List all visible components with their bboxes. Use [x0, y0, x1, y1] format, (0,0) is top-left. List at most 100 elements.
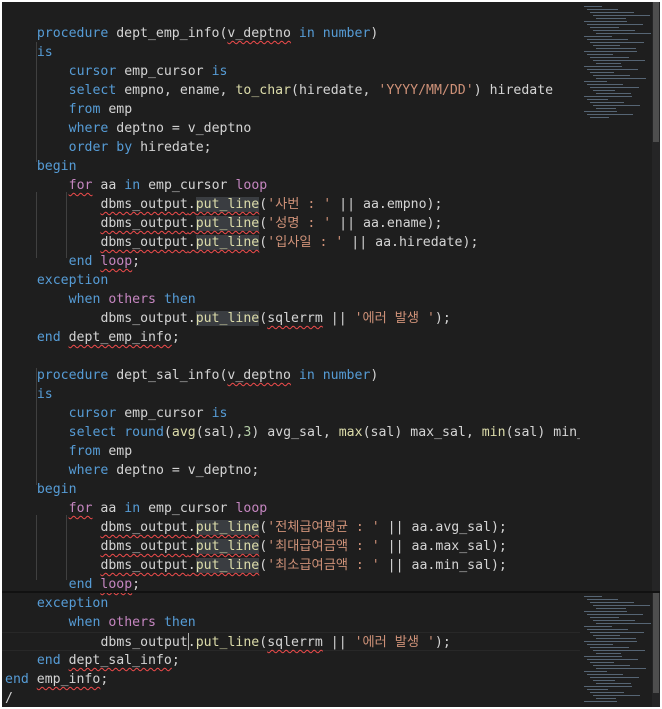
- code-line[interactable]: from emp: [2, 442, 133, 461]
- code-line[interactable]: when others then: [2, 613, 196, 632]
- code-line[interactable]: for aa in emp_cursor loop: [2, 499, 268, 518]
- code-line[interactable]: select empno, ename, to_char(hiredate, '…: [2, 81, 554, 100]
- code-line[interactable]: dbms_output.put_line('최소급여금액 : ' || aa.m…: [2, 556, 507, 575]
- code-line[interactable]: end dept_emp_info;: [2, 328, 180, 347]
- code-line[interactable]: dbms_output.put_line('최대급여금액 : ' || aa.m…: [2, 537, 507, 556]
- code-token: hiredate: [298, 83, 363, 98]
- scroll-thumb-top[interactable]: [653, 2, 659, 142]
- scroll-thumb-bottom[interactable]: [653, 593, 659, 693]
- minimap-line: [593, 635, 620, 636]
- code-line[interactable]: dbms_output.put_line(sqlerrm || '에러 발생 '…: [2, 309, 451, 328]
- code-token: (: [362, 425, 371, 440]
- code-line[interactable]: /: [2, 689, 13, 707]
- code-line[interactable]: begin: [2, 157, 77, 176]
- code-line[interactable]: is: [2, 385, 53, 404]
- code-token: ;: [100, 672, 109, 687]
- code-token: in: [124, 501, 141, 516]
- minimap-line: [593, 60, 645, 61]
- code-token: =: [171, 463, 180, 478]
- code-line[interactable]: dbms_output.put_line('전체급여평균 : ' || aa.a…: [2, 518, 507, 537]
- code-line[interactable]: where deptno = v_deptno;: [2, 461, 260, 480]
- minimap-line: [587, 659, 638, 660]
- code-token: ;: [498, 539, 507, 554]
- code-token: .: [187, 311, 196, 326]
- code-line[interactable]: dbms_output.put_line(sqlerrm || '에러 발생 '…: [2, 632, 580, 651]
- code-token: (: [195, 425, 204, 440]
- code-token: ): [426, 216, 435, 231]
- code-token: '에러 발생 ': [354, 635, 435, 650]
- minimap-line: [587, 114, 633, 115]
- code-area[interactable]: procedure dept_emp_info (v_deptno in numb…: [2, 2, 580, 707]
- minimap-top[interactable]: [580, 2, 652, 124]
- code-editor[interactable]: procedure dept_emp_info (v_deptno in numb…: [2, 2, 660, 707]
- code-line[interactable]: cursor emp_cursor is: [2, 404, 228, 423]
- code-line[interactable]: dbms_output.put_line('사번 : ' || aa.empno…: [2, 195, 442, 214]
- code-line[interactable]: end loop;: [2, 252, 141, 271]
- code-line[interactable]: cursor emp_cursor is: [2, 62, 228, 81]
- code-line[interactable]: end dept_sal_info;: [2, 651, 180, 670]
- code-line[interactable]: select round(avg(sal),3) avg_sal, max(sa…: [2, 423, 580, 442]
- code-line[interactable]: exception: [2, 271, 108, 290]
- code-line[interactable]: procedure dept_sal_info(v_deptno in numb…: [2, 366, 379, 385]
- code-line[interactable]: begin: [2, 480, 77, 499]
- code-line[interactable]: where deptno = v_deptno: [2, 119, 252, 138]
- minimap-line: [593, 45, 620, 46]
- code-line[interactable]: end emp_info;: [2, 670, 108, 689]
- code-line[interactable]: dbms_output.put_line('입사일 : ' || aa.hire…: [2, 233, 478, 252]
- code-token: dbms_output: [100, 311, 188, 326]
- code-line[interactable]: dbms_output.put_line('성명 : ' || aa.ename…: [2, 214, 442, 233]
- vertical-scrollbar-top[interactable]: [652, 2, 660, 591]
- minimap-line: [584, 611, 627, 612]
- minimap-line: [593, 620, 635, 621]
- minimap-line: [590, 662, 614, 663]
- vertical-scrollbar-bottom[interactable]: [652, 593, 660, 707]
- minimap-line: [584, 81, 607, 82]
- code-line[interactable]: from emp: [2, 100, 133, 119]
- minimap-line: [596, 108, 616, 109]
- code-line[interactable]: when others then: [2, 290, 196, 309]
- code-line[interactable]: [2, 347, 5, 366]
- code-line[interactable]: is: [2, 43, 53, 62]
- minimap-line: [587, 9, 618, 10]
- code-line[interactable]: order by hiredate;: [2, 138, 212, 157]
- code-line[interactable]: for aa in emp_cursor loop: [2, 176, 268, 195]
- screenshot-seam: [2, 591, 660, 593]
- code-token: |: [339, 197, 348, 212]
- code-token: aa: [375, 235, 392, 250]
- code-token: aa: [363, 197, 379, 212]
- code-token: hiredate: [398, 235, 463, 250]
- minimap-line: [593, 665, 630, 666]
- code-token: |: [338, 635, 347, 650]
- code-token: cursor: [68, 406, 117, 421]
- minimap-bottom[interactable]: [580, 592, 652, 707]
- code-line[interactable]: procedure dept_emp_info(v_deptno in numb…: [2, 24, 379, 43]
- minimap-line: [587, 689, 608, 690]
- code-line[interactable]: exception: [2, 594, 108, 613]
